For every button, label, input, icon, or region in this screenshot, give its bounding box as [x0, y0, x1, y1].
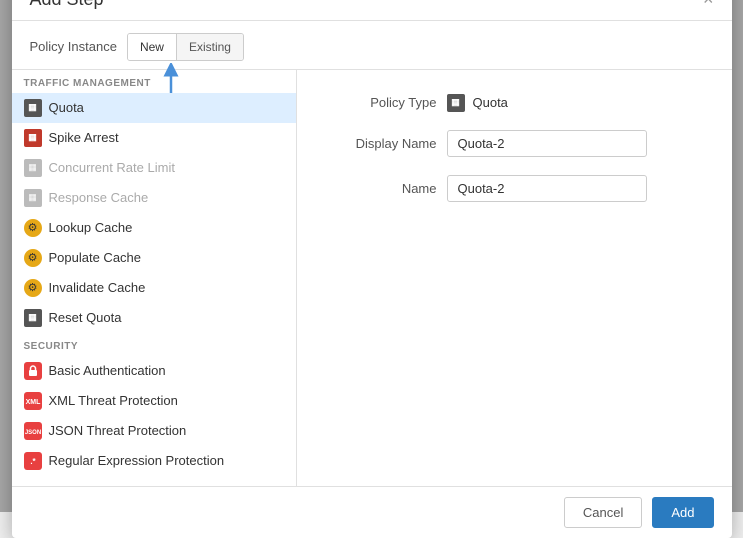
concurrent-icon: ▦: [24, 159, 42, 177]
basic-auth-label: Basic Authentication: [49, 363, 166, 378]
svg-text:XML: XML: [25, 399, 40, 406]
arrow-indicator: [160, 63, 182, 98]
policy-instance-label: Policy Instance: [30, 39, 117, 54]
display-name-input[interactable]: [447, 130, 647, 157]
list-item-response-cache: ▦ Response Cache: [12, 183, 296, 213]
regex-label: Regular Expression Protection: [49, 453, 225, 468]
cancel-button[interactable]: Cancel: [564, 497, 642, 528]
spike-arrest-label: Spike Arrest: [49, 130, 119, 145]
list-item-xml-threat[interactable]: XML XML Threat Protection: [12, 386, 296, 416]
policy-type-value: ▦ Quota: [447, 94, 508, 112]
populate-cache-label: Populate Cache: [49, 250, 142, 265]
json-threat-icon: JSON: [24, 422, 42, 440]
close-button[interactable]: ×: [703, 0, 714, 8]
concurrent-label: Concurrent Rate Limit: [49, 160, 175, 175]
tab-existing[interactable]: Existing: [177, 34, 243, 60]
display-name-label: Display Name: [327, 136, 437, 151]
list-item-reset-quota[interactable]: ▦ Reset Quota: [12, 303, 296, 333]
list-item-json-threat[interactable]: JSON JSON Threat Protection: [12, 416, 296, 446]
response-cache-label: Response Cache: [49, 190, 149, 205]
svg-text:.*: .*: [30, 457, 36, 466]
json-threat-label: JSON Threat Protection: [49, 423, 187, 438]
list-item-basic-auth[interactable]: Basic Authentication: [12, 356, 296, 386]
regex-icon: .*: [24, 452, 42, 470]
list-item-concurrent: ▦ Concurrent Rate Limit: [12, 153, 296, 183]
invalidate-cache-label: Invalidate Cache: [49, 280, 146, 295]
invalidate-cache-icon: ⚙: [24, 279, 42, 297]
policy-type-icon: ▦: [447, 94, 465, 112]
tab-group: New Existing: [127, 33, 244, 61]
policy-type-row: Policy Type ▦ Quota: [327, 94, 702, 112]
section-security-header: SECURITY: [12, 333, 296, 356]
response-cache-icon: ▦: [24, 189, 42, 207]
lookup-cache-label: Lookup Cache: [49, 220, 133, 235]
section-traffic-header: TRAFFIC MANAGEMENT: [12, 70, 296, 93]
reset-quota-label: Reset Quota: [49, 310, 122, 325]
left-panel: TRAFFIC MANAGEMENT ▦ Quota ▦ Spike Arres…: [12, 70, 297, 486]
xml-threat-label: XML Threat Protection: [49, 393, 178, 408]
reset-quota-icon: ▦: [24, 309, 42, 327]
list-item-spike-arrest[interactable]: ▦ Spike Arrest: [12, 123, 296, 153]
modal-body: Policy Instance New Existing: [12, 21, 732, 486]
svg-text:JSON: JSON: [25, 430, 41, 436]
right-panel: Policy Type ▦ Quota Display Name Name: [297, 70, 732, 486]
modal: Add Step × Policy Instance New Existing: [12, 0, 732, 538]
modal-overlay: Add Step × Policy Instance New Existing: [0, 0, 743, 512]
quota-label: Quota: [49, 100, 84, 115]
basic-auth-icon: [24, 362, 42, 380]
list-item-regex[interactable]: .* Regular Expression Protection: [12, 446, 296, 476]
policy-type-label: Policy Type: [327, 95, 437, 110]
list-item-quota[interactable]: ▦ Quota: [12, 93, 296, 123]
xml-threat-icon: XML: [24, 392, 42, 410]
name-label: Name: [327, 181, 437, 196]
tab-new[interactable]: New: [128, 34, 177, 60]
populate-cache-icon: ⚙: [24, 249, 42, 267]
policy-type-text: Quota: [473, 95, 508, 110]
modal-title: Add Step: [30, 0, 104, 10]
name-input[interactable]: [447, 175, 647, 202]
spike-icon: ▦: [24, 129, 42, 147]
lookup-cache-icon: ⚙: [24, 219, 42, 237]
content-area: TRAFFIC MANAGEMENT ▦ Quota ▦ Spike Arres…: [12, 69, 732, 486]
name-row: Name: [327, 175, 702, 202]
list-item-lookup-cache[interactable]: ⚙ Lookup Cache: [12, 213, 296, 243]
policy-instance-row: Policy Instance New Existing: [12, 21, 732, 69]
list-item-populate-cache[interactable]: ⚙ Populate Cache: [12, 243, 296, 273]
add-button[interactable]: Add: [652, 497, 713, 528]
display-name-row: Display Name: [327, 130, 702, 157]
quota-icon: ▦: [24, 99, 42, 117]
list-item-invalidate-cache[interactable]: ⚙ Invalidate Cache: [12, 273, 296, 303]
modal-header: Add Step ×: [12, 0, 732, 21]
